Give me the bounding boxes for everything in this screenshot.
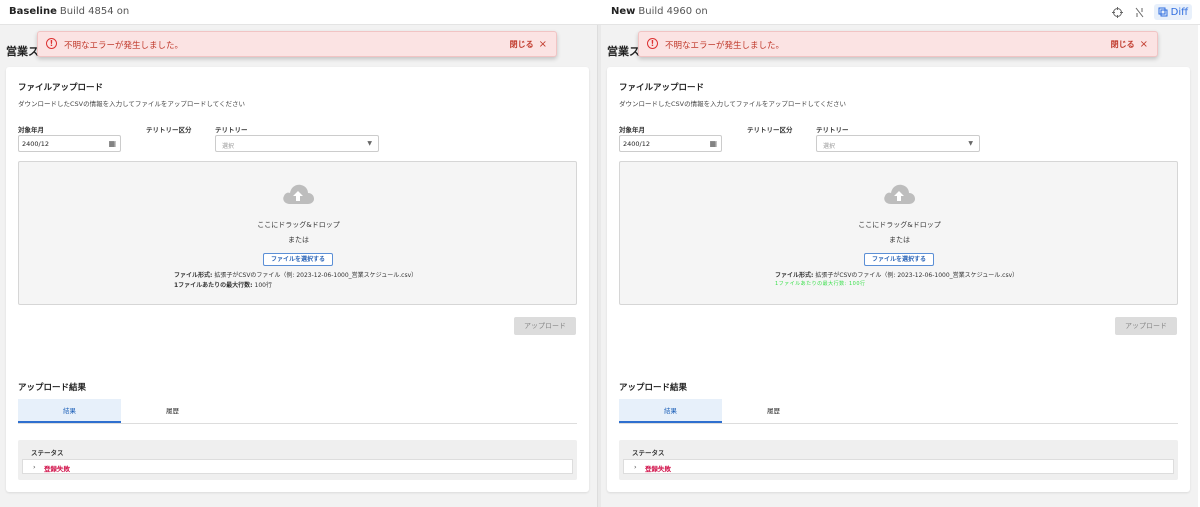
file-format-info: ファイル形式: 拡張子がCSVのファイル（例: 2023-12-06-1000_… (174, 270, 417, 279)
new-label: New Build 4960 on (611, 6, 708, 17)
error-message: 不明なエラーが発生しました。 (64, 41, 184, 51)
error-icon: ! (647, 38, 658, 49)
territory-select-placeholder: 選択 (823, 143, 836, 150)
page-title: 営業ス (607, 45, 640, 58)
file-dropzone[interactable]: ここにドラッグ&ドロップ または ファイルを選択する ファイル形式: 拡張子がC… (619, 161, 1178, 305)
layers-icon (1158, 7, 1168, 17)
error-message: 不明なエラーが発生しました。 (665, 41, 785, 51)
diff-label: Diff (1170, 6, 1188, 18)
territory-select-placeholder: 選択 (222, 143, 235, 150)
territory-select[interactable]: 選択 ▼ (215, 135, 379, 152)
page-title: 営業ス (6, 45, 39, 58)
close-label: 閉じる (1110, 40, 1135, 49)
top-bar: Baseline Build 4854 on New Build 4960 on D… (0, 0, 1200, 25)
calendar-icon[interactable]: ▦ (108, 139, 116, 148)
close-toast-button[interactable]: 閉じる × (510, 39, 547, 50)
file-format-info: ファイル形式: 拡張子がCSVのファイル（例: 2023-12-06-1000_… (775, 270, 1018, 279)
error-toast: ! 不明なエラーが発生しました。 閉じる × (37, 31, 557, 57)
error-icon: ! (46, 38, 57, 49)
crosshair-icon[interactable] (1110, 4, 1126, 20)
status-header: ステータス (31, 449, 64, 457)
status-table: ステータス › 登録失敗 (18, 440, 577, 480)
upload-description: ダウンロードしたCSVの情報を入力してファイルをアップロードしてください (18, 100, 246, 108)
upload-button[interactable]: アップロード (514, 317, 576, 335)
status-table: ステータス › 登録失敗 (619, 440, 1178, 480)
status-failed-text: 登録失敗 (645, 465, 671, 473)
cloud-upload-icon (884, 184, 915, 204)
main-card: ファイルアップロード ダウンロードしたCSVの情報を入力してファイルをアップロー… (607, 67, 1190, 492)
status-failed-text: 登録失敗 (44, 465, 70, 473)
dropzone-or-text: または (288, 236, 309, 244)
file-format-value: 拡張子がCSVのファイル（例: 2023-12-06-1000_営業スケジュール… (214, 272, 418, 279)
status-row[interactable]: › 登録失敗 (22, 459, 573, 474)
diff-button[interactable]: Diff (1153, 4, 1192, 20)
results-section-title: アップロード結果 (619, 383, 688, 393)
split-compare-icon[interactable] (1132, 4, 1148, 20)
new-build: Build 4960 on (638, 6, 708, 17)
target-month-value: 2400/12 (623, 140, 651, 148)
label-territory: テリトリー (816, 126, 849, 134)
chevron-down-icon: ▼ (367, 140, 372, 147)
label-target-month: 対象年月 (18, 126, 44, 134)
results-section-title: アップロード結果 (18, 383, 87, 393)
close-icon: × (1139, 39, 1148, 50)
select-file-button[interactable]: ファイルを選択する (263, 253, 333, 266)
max-rows-info: 1ファイルあたりの最大行数: 100行 (174, 280, 272, 289)
close-label: 閉じる (509, 40, 534, 49)
max-rows-label: 1ファイルあたりの最大行数: (174, 282, 253, 289)
dropzone-drag-text: ここにドラッグ&ドロップ (858, 221, 941, 229)
results-tabs: 結果 履歴 (18, 399, 577, 424)
new-pane: 営業ス ファイルアップロード ダウンロードしたCSVの情報を入力してファイルをア… (601, 25, 1198, 507)
file-format-label: ファイル形式: (174, 272, 213, 279)
baseline-pane: 営業ス ファイルアップロード ダウンロードしたCSVの情報を入力してファイルをア… (0, 25, 597, 507)
tab-history[interactable]: 履歴 (722, 399, 825, 423)
close-icon: × (538, 39, 547, 50)
new-title: New (611, 6, 636, 17)
error-toast: ! 不明なエラーが発生しました。 閉じる × (638, 31, 1158, 57)
chevron-down-icon: ▼ (968, 140, 973, 147)
tab-results[interactable]: 結果 (619, 399, 722, 423)
target-month-value: 2400/12 (22, 140, 50, 148)
file-format-label: ファイル形式: (775, 272, 814, 279)
cloud-upload-icon (283, 184, 314, 204)
label-target-month: 対象年月 (619, 126, 645, 134)
label-territory-division: テリトリー区分 (747, 126, 793, 134)
top-icons: Diff (1110, 4, 1192, 20)
tab-results[interactable]: 結果 (18, 399, 121, 423)
baseline-build: Build 4854 on (59, 6, 130, 17)
results-tabs: 結果 履歴 (619, 399, 1178, 424)
chevron-right-icon[interactable]: › (33, 463, 36, 471)
status-header: ステータス (632, 449, 665, 457)
file-dropzone[interactable]: ここにドラッグ&ドロップ または ファイルを選択する ファイル形式: 拡張子がC… (18, 161, 577, 305)
status-row[interactable]: › 登録失敗 (623, 459, 1174, 474)
select-file-button[interactable]: ファイルを選択する (864, 253, 934, 266)
target-month-input[interactable]: 2400/12 ▦ (18, 135, 121, 152)
baseline-title: Baseline (9, 6, 57, 17)
target-month-input[interactable]: 2400/12 ▦ (619, 135, 722, 152)
main-card: ファイルアップロード ダウンロードしたCSVの情報を入力してファイルをアップロー… (6, 67, 589, 492)
dropzone-drag-text: ここにドラッグ&ドロップ (257, 221, 340, 229)
file-format-value: 拡張子がCSVのファイル（例: 2023-12-06-1000_営業スケジュール… (815, 272, 1019, 279)
label-territory-division: テリトリー区分 (146, 126, 192, 134)
upload-section-title: ファイルアップロード (619, 83, 705, 93)
territory-select[interactable]: 選択 ▼ (816, 135, 980, 152)
label-territory: テリトリー (215, 126, 248, 134)
chevron-right-icon[interactable]: › (634, 463, 637, 471)
calendar-icon[interactable]: ▦ (709, 139, 717, 148)
tab-history[interactable]: 履歴 (121, 399, 224, 423)
close-toast-button[interactable]: 閉じる × (1111, 39, 1148, 50)
upload-description: ダウンロードしたCSVの情報を入力してファイルをアップロードしてください (619, 100, 847, 108)
dropzone-or-text: または (889, 236, 910, 244)
upload-button[interactable]: アップロード (1115, 317, 1177, 335)
max-rows-value: 100行 (254, 282, 272, 289)
upload-section-title: ファイルアップロード (18, 83, 104, 93)
baseline-label: Baseline Build 4854 on (9, 6, 129, 17)
max-rows-info-diff: 1ファイルあたりの最大行数: 100行 (775, 281, 866, 287)
